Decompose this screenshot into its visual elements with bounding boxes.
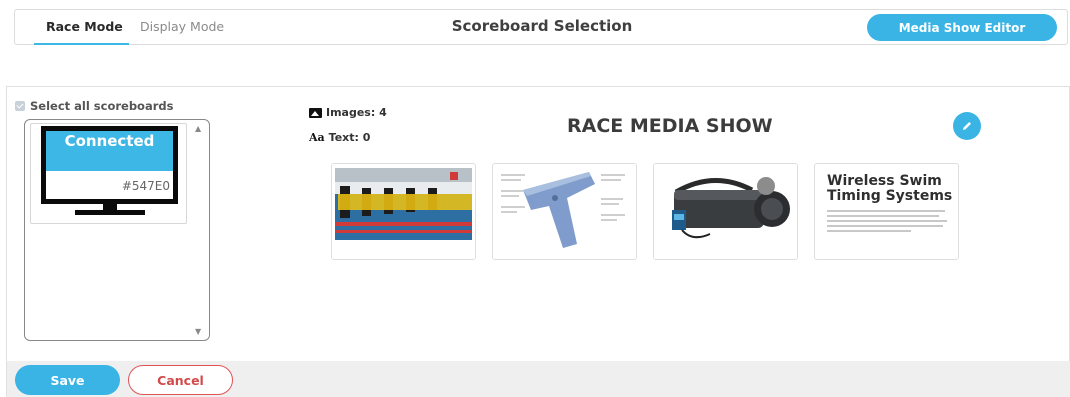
starter-gun-diagram: [493, 164, 636, 259]
cancel-button[interactable]: Cancel: [128, 365, 233, 395]
scoreboard-card[interactable]: Connected #547E0: [30, 123, 187, 224]
monitor-stand-base: [75, 210, 145, 215]
portable-speaker-photo: [654, 164, 797, 259]
monitor-icon: Connected #547E0: [41, 126, 178, 204]
slide-thumbnail[interactable]: [492, 163, 637, 260]
tab-race-mode[interactable]: Race Mode: [46, 19, 123, 34]
images-count: Images: 4: [309, 106, 387, 119]
slide-body-text: [827, 210, 947, 235]
pencil-icon: [963, 122, 971, 130]
slide-thumbnail[interactable]: [653, 163, 798, 260]
text-count-label: Text: 0: [328, 131, 371, 144]
edit-media-show-button[interactable]: [953, 112, 981, 140]
save-button[interactable]: Save: [15, 365, 120, 395]
scoreboard-panel: Select all scoreboards Connected #547E0 …: [6, 86, 1070, 397]
scoreboard-status: Connected: [46, 131, 173, 171]
text-icon: Aa: [309, 131, 325, 144]
scroll-down-icon[interactable]: ▼: [195, 327, 201, 336]
select-all-checkbox[interactable]: [15, 101, 25, 111]
media-show-editor-button[interactable]: Media Show Editor: [867, 14, 1057, 41]
active-tab-indicator: [34, 43, 129, 45]
slide-thumbnail[interactable]: Wireless Swim Timing Systems: [814, 163, 959, 260]
top-nav-bar: Race Mode Display Mode Scoreboard Select…: [14, 9, 1068, 45]
image-icon: [309, 107, 322, 118]
slide-title: Wireless Swim Timing Systems: [827, 173, 953, 204]
images-count-label: Images: 4: [326, 106, 387, 119]
scoreboard-list[interactable]: Connected #547E0 ▲ ▼: [24, 119, 210, 341]
list-scrollbar[interactable]: ▲ ▼: [193, 124, 205, 336]
slide-thumbnail[interactable]: [331, 163, 476, 260]
media-show-title: RACE MEDIA SHOW: [567, 115, 773, 137]
scroll-up-icon[interactable]: ▲: [195, 124, 201, 133]
select-all-label: Select all scoreboards: [30, 99, 174, 113]
pool-start-blocks-photo: [332, 164, 475, 259]
select-all-scoreboards[interactable]: Select all scoreboards: [15, 99, 173, 113]
text-count: Aa Text: 0: [309, 131, 370, 144]
tab-display-mode[interactable]: Display Mode: [140, 19, 224, 34]
scoreboard-id: #547E0: [121, 179, 170, 193]
